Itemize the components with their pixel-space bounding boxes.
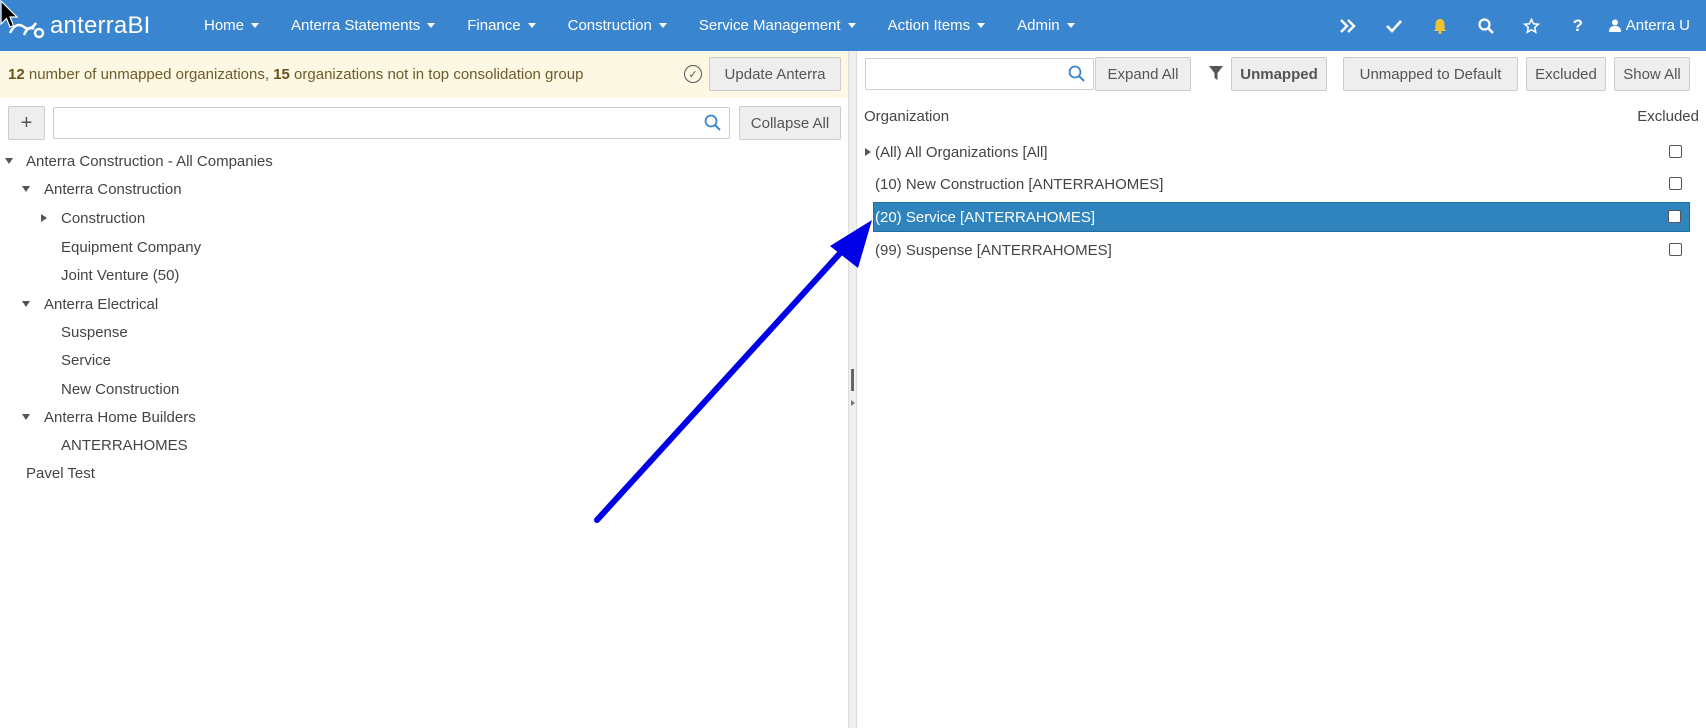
organization-row-selected[interactable]: (20) Service [ANTERRAHOMES] (873, 202, 1690, 232)
excluded-checkbox[interactable] (1668, 210, 1681, 223)
excluded-checkbox[interactable] (1669, 243, 1682, 256)
tree-node-label: Anterra Electrical (44, 295, 159, 313)
nav-service-management-label: Service Management (698, 17, 841, 34)
filter-icon[interactable] (1208, 65, 1224, 81)
tree-node-label: Construction (61, 209, 146, 227)
add-button[interactable]: + (8, 106, 45, 140)
nav-action-items[interactable]: Action Items (872, 0, 1002, 51)
excluded-column-header: Excluded (1637, 108, 1699, 125)
bell-icon[interactable] (1417, 0, 1463, 51)
not-in-group-text: organizations not in top consolidation g… (294, 66, 584, 83)
caret-right-icon[interactable] (865, 148, 871, 156)
nav-action-items-label: Action Items (887, 17, 971, 34)
caret-down-icon[interactable] (22, 301, 30, 307)
caret-right-icon[interactable] (851, 400, 855, 406)
chevron-down-icon (658, 23, 667, 28)
nav-service-management[interactable]: Service Management (683, 0, 872, 51)
left-panel: 12 number of unmapped organizations, 15 … (0, 51, 848, 728)
tree-node-label: Service (61, 351, 112, 369)
organization-row[interactable]: (All) All Organizations [All] (865, 137, 1690, 167)
organization-row[interactable]: (99) Suspense [ANTERRAHOMES] (873, 235, 1690, 265)
nav-finance[interactable]: Finance (451, 0, 551, 51)
tree-node-label: Suspense (61, 323, 128, 341)
caret-down-icon[interactable] (22, 414, 30, 420)
nav-anterra-statements-label: Anterra Statements (291, 17, 421, 34)
caret-right-icon[interactable] (41, 214, 47, 222)
expand-all-button[interactable]: Expand All (1095, 57, 1191, 91)
nav-anterra-statements[interactable]: Anterra Statements (275, 0, 451, 51)
brand-logo[interactable]: anterraBI (0, 0, 188, 51)
user-icon (1608, 19, 1621, 32)
tree-node-label: Anterra Construction - All Companies (26, 152, 273, 170)
search-icon (704, 114, 721, 131)
nav-construction[interactable]: Construction (552, 0, 683, 51)
user-menu[interactable]: Anterra U (1601, 0, 1706, 51)
tree-node-label: Joint Venture (50) (61, 266, 180, 284)
help-question-icon[interactable]: ? (1555, 0, 1601, 51)
excluded-checkbox[interactable] (1669, 177, 1682, 190)
panel-splitter[interactable] (848, 51, 857, 728)
chevron-down-icon (427, 23, 436, 28)
nav-tools: ? Anterra U (1325, 0, 1706, 51)
tree-node-label: ANTERRAHOMES (61, 436, 188, 454)
organization-row-label: (99) Suspense [ANTERRAHOMES] (875, 241, 1112, 259)
right-panel: Expand All Unmapped Unmapped to Default … (857, 51, 1706, 728)
nav-admin[interactable]: Admin (1001, 0, 1091, 51)
unmapped-count: 12 (8, 66, 25, 83)
unmapped-filter-button[interactable]: Unmapped (1231, 57, 1327, 91)
nav-admin-label: Admin (1017, 17, 1060, 34)
update-anterra-button[interactable]: Update Anterra (709, 57, 841, 91)
organization-row[interactable]: (10) New Construction [ANTERRAHOMES] (873, 169, 1690, 199)
brand-name: anterraBI (50, 11, 151, 39)
double-chevron-right-icon[interactable] (1325, 0, 1371, 51)
nav-finance-label: Finance (467, 17, 521, 34)
nav-construction-label: Construction (567, 17, 652, 34)
chevron-down-icon (847, 23, 856, 28)
chevron-down-icon (977, 23, 986, 28)
tree-node-label: Pavel Test (26, 464, 95, 482)
excluded-checkbox[interactable] (1669, 145, 1682, 158)
tree-search-input[interactable] (53, 107, 730, 139)
organization-column-header: Organization (864, 108, 950, 125)
tree-node-label: Anterra Construction (44, 180, 182, 198)
tree-node-label: New Construction (61, 380, 180, 398)
nav-home-label: Home (204, 17, 245, 34)
collapse-all-button[interactable]: Collapse All (739, 106, 841, 140)
main-nav: Home Anterra Statements Finance Construc… (188, 0, 1091, 51)
chevron-down-icon (527, 23, 536, 28)
organization-row-label: (All) All Organizations [All] (875, 143, 1048, 161)
tree-node-label: Equipment Company (61, 238, 202, 256)
organization-row-label: (10) New Construction [ANTERRAHOMES] (875, 175, 1164, 193)
unmapped-to-default-button[interactable]: Unmapped to Default (1343, 57, 1518, 91)
show-all-button[interactable]: Show All (1614, 57, 1690, 91)
unmapped-text: number of unmapped organizations, (28, 66, 270, 83)
excluded-filter-button[interactable]: Excluded (1526, 57, 1606, 91)
nav-home[interactable]: Home (188, 0, 275, 51)
check-circle-icon: ✓ (684, 65, 702, 83)
splitter-grip-icon[interactable] (851, 369, 854, 391)
not-in-group-count: 15 (273, 66, 290, 83)
search-icon[interactable] (1463, 0, 1509, 51)
caret-down-icon[interactable] (5, 158, 13, 164)
mouse-cursor-icon (0, 0, 19, 28)
search-icon (1068, 65, 1085, 82)
tree-node-label: Anterra Home Builders (44, 408, 196, 426)
user-name: Anterra U (1625, 17, 1690, 34)
right-toolbar: Expand All Unmapped Unmapped to Default … (857, 51, 1706, 98)
organization-search-input[interactable] (865, 58, 1094, 90)
star-icon[interactable] (1509, 0, 1555, 51)
check-icon[interactable] (1371, 0, 1417, 51)
organization-row-label: (20) Service [ANTERRAHOMES] (875, 208, 1096, 226)
caret-down-icon[interactable] (22, 186, 30, 192)
chevron-down-icon (251, 23, 260, 28)
top-navbar: anterraBI Home Anterra Statements Financ… (0, 0, 1706, 51)
chevron-down-icon (1066, 23, 1075, 28)
